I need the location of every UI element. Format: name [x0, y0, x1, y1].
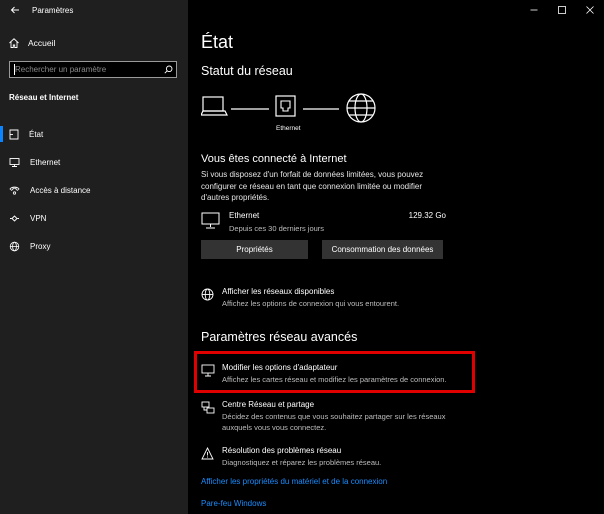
sidebar-item-label: VPN [30, 213, 47, 223]
adapter-options-title: Modifier les options d'adaptateur [222, 363, 338, 372]
window-controls [520, 0, 604, 20]
sidebar: Paramètres Accueil Réseau et Internet Ét… [0, 0, 188, 514]
main-content: État Statut du réseau Ethernet Vous êtes… [188, 0, 604, 514]
hardware-properties-link[interactable]: Afficher les propriétés du matériel et d… [201, 477, 387, 486]
data-usage-button[interactable]: Consommation des données [322, 240, 443, 259]
title-bar: Paramètres [0, 0, 188, 20]
ethernet-period: Depuis ces 30 derniers jours [229, 224, 325, 233]
globe-icon [346, 93, 376, 123]
sidebar-section-title: Réseau et Internet [9, 93, 79, 102]
sidebar-item-label: Proxy [30, 241, 51, 251]
computer-icon [201, 96, 228, 116]
sidebar-item-label: État [29, 129, 44, 139]
troubleshoot-desc: Diagnostiquez et réparez les problèmes r… [222, 458, 382, 467]
properties-button[interactable]: Propriétés [201, 240, 308, 259]
sidebar-item-vpn[interactable]: VPN [0, 204, 188, 232]
connected-description: Si vous disposez d'un forfait de données… [201, 170, 424, 202]
globe-icon [9, 241, 20, 251]
vpn-icon [10, 214, 19, 222]
warning-icon [201, 447, 214, 460]
maximize-icon [558, 6, 566, 14]
close-icon [586, 6, 594, 14]
ethernet-name: Ethernet [229, 211, 260, 220]
show-networks-desc: Affichez les options de connexion qui vo… [222, 299, 400, 308]
connected-title: Vous êtes connecté à Internet [201, 153, 347, 165]
advanced-settings-heading: Paramètres réseau avancés [201, 330, 358, 344]
sharing-center-title: Centre Réseau et partage [222, 400, 315, 409]
home-icon [9, 38, 19, 48]
show-networks-title: Afficher les réseaux disponibles [222, 287, 335, 296]
troubleshoot-entry[interactable]: Résolution des problèmes réseau Diagnost… [201, 446, 471, 470]
sidebar-item-label: Ethernet [30, 157, 61, 167]
minimize-icon [530, 9, 538, 11]
network-status-heading: Statut du réseau [201, 64, 293, 78]
maximize-button[interactable] [548, 0, 576, 20]
sidebar-home[interactable]: Accueil [0, 34, 188, 52]
ethernet-connection-row: Ethernet Depuis ces 30 derniers jours 12… [201, 211, 446, 237]
search-box[interactable] [9, 61, 177, 78]
ethernet-port-icon [275, 95, 296, 117]
app-title: Paramètres [32, 5, 74, 15]
search-icon[interactable] [160, 62, 176, 77]
diagram-ethernet-label: Ethernet [276, 125, 301, 132]
back-arrow-icon [10, 6, 19, 14]
ethernet-icon [201, 212, 220, 229]
sharing-center-icon [201, 401, 215, 414]
page-title: État [201, 32, 234, 52]
search-input[interactable] [10, 62, 160, 77]
sidebar-item-label: Accès à distance [30, 185, 91, 195]
sidebar-nav: État Ethernet Accès à distance VPN Proxy [0, 120, 188, 260]
sharing-center-desc: Décidez des contenus que vous souhaitez … [222, 412, 446, 432]
network-sharing-center-entry[interactable]: Centre Réseau et partage Décidez des con… [201, 400, 471, 434]
home-label: Accueil [28, 38, 56, 48]
adapter-options-desc: Affichez les cartes réseau et modifiez l… [222, 375, 447, 384]
sidebar-item-proxy[interactable]: Proxy [0, 232, 188, 260]
dialup-icon [9, 186, 20, 195]
troubleshoot-title: Résolution des problèmes réseau [222, 446, 342, 455]
sidebar-item-acces-distance[interactable]: Accès à distance [0, 176, 188, 204]
ethernet-data-size: 129.32 Go [408, 211, 446, 220]
close-button[interactable] [576, 0, 604, 20]
adapter-options-entry[interactable]: Modifier les options d'adaptateur Affich… [201, 363, 471, 387]
back-button[interactable] [0, 0, 30, 20]
minimize-button[interactable] [520, 0, 548, 20]
sidebar-item-ethernet[interactable]: Ethernet [0, 148, 188, 176]
text-cursor [14, 64, 15, 75]
adapter-icon [201, 364, 215, 377]
sidebar-item-etat[interactable]: État [0, 120, 188, 148]
show-networks-entry[interactable]: Afficher les réseaux disponibles Affiche… [201, 287, 471, 311]
network-globe-icon [201, 288, 214, 301]
home-icon [9, 129, 19, 139]
firewall-link[interactable]: Pare-feu Windows [201, 499, 266, 508]
ethernet-icon [9, 157, 20, 167]
